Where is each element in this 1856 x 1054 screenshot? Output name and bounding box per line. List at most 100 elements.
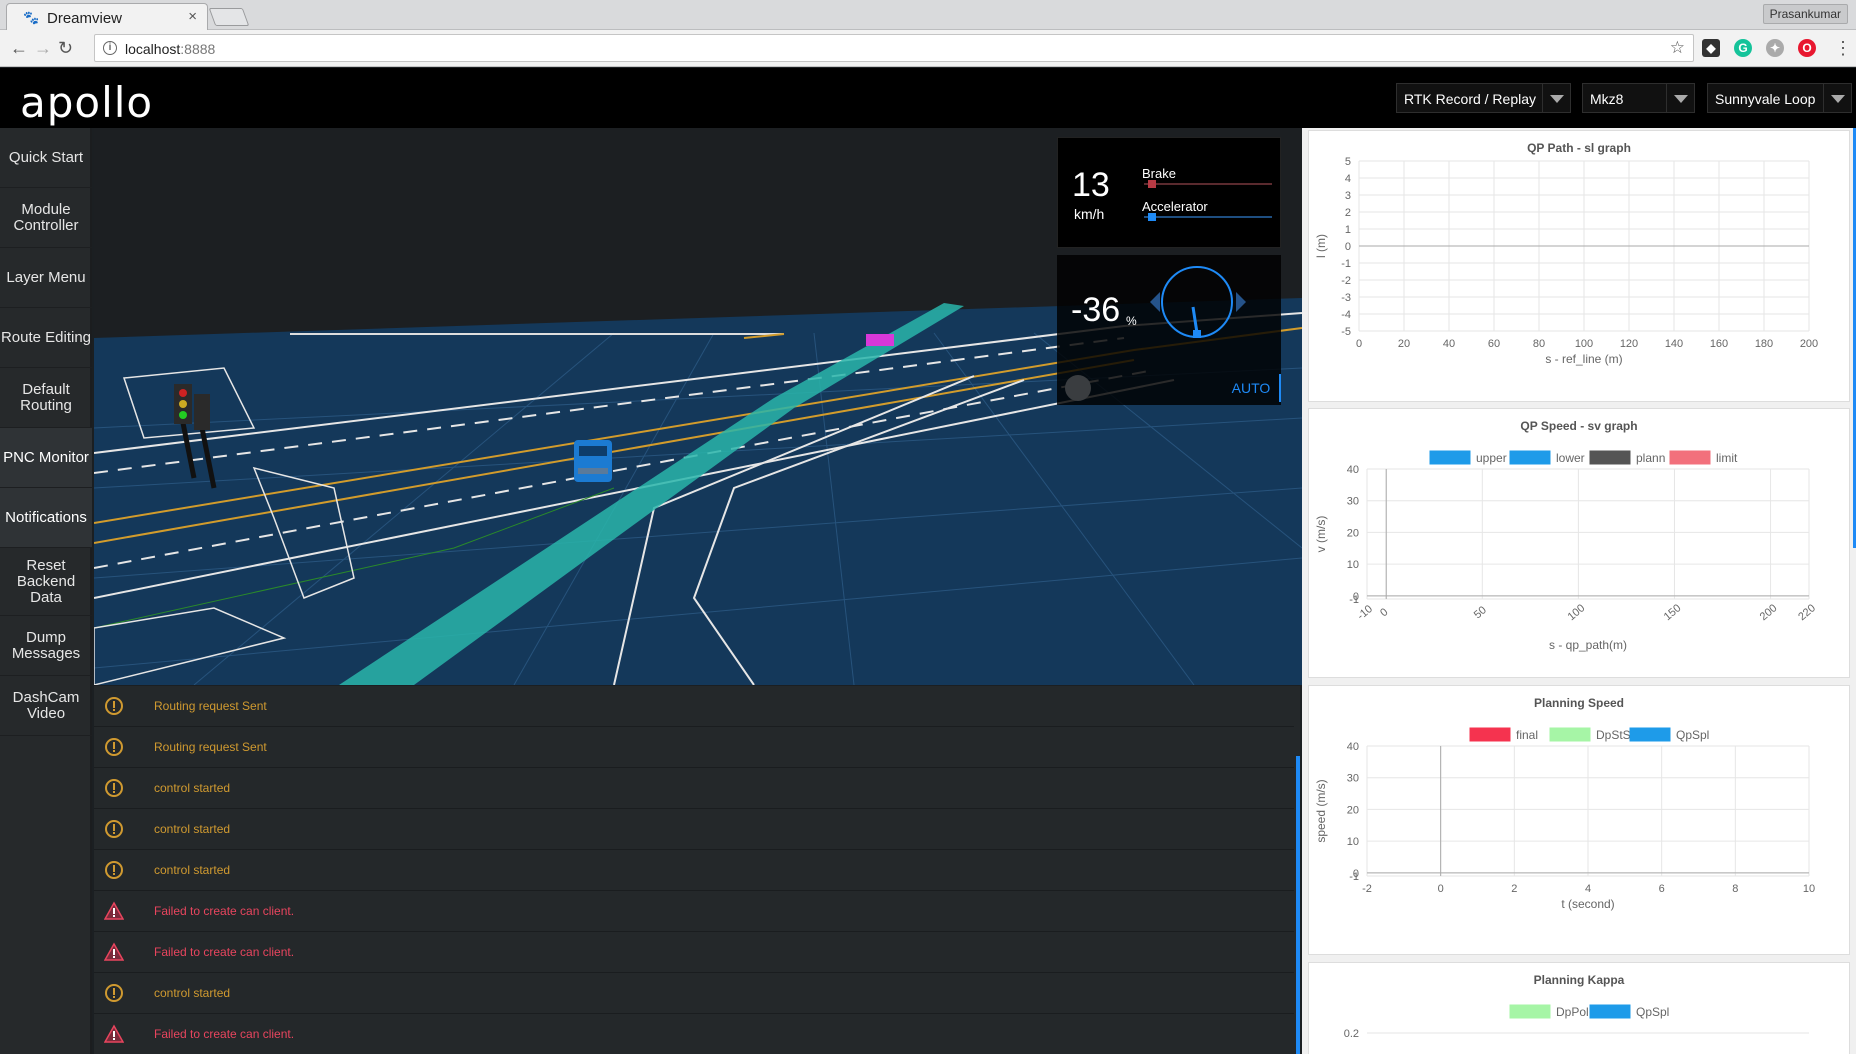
legend-swatch [1589, 450, 1631, 465]
sidebar-item-notifications[interactable]: Notifications [0, 488, 92, 548]
console-message-text: Failed to create can client. [154, 945, 295, 959]
warning-circle-icon [104, 860, 124, 880]
legend-swatch [1509, 450, 1551, 465]
vehicle-select-value: Mkz8 [1590, 91, 1624, 107]
chart-qp-path: QP Path - sl graph 5 4 3 2 1 0 -1 -2 -3 -4 -5 0 20 40… [1308, 130, 1850, 402]
legend-label: upper [1476, 451, 1507, 465]
extension-shield-icon[interactable]: ◆ [1702, 39, 1720, 57]
console-message: control started [94, 973, 1294, 1014]
speed-panel: 13 km/h Brake Accelerator [1057, 137, 1281, 248]
pnc-monitor-panel[interactable]: QP Path - sl graph 5 4 3 2 1 0 -1 -2 -3 -4 -5 0 20 40… [1302, 128, 1856, 1054]
dropbox-icon[interactable]: ✦ [1766, 39, 1784, 57]
reload-icon[interactable]: ↻ [58, 38, 73, 59]
sidebar-item-module-controller[interactable]: Module Controller [0, 188, 92, 248]
legend-swatch [1629, 727, 1671, 742]
chevron-down-icon[interactable] [1823, 84, 1851, 112]
error-triangle-icon [103, 942, 125, 962]
x-tick-label: 220 [1796, 602, 1818, 623]
warning-circle-icon [104, 737, 124, 757]
map-select[interactable]: Sunnyvale Loop [1707, 83, 1852, 113]
warning-circle-icon [104, 819, 124, 839]
sidebar-item-label: Dump Messages [11, 628, 81, 662]
chart-svg: DpPol QpSpl 0.2 [1344, 1004, 1809, 1040]
y-axis-label: speed (m/s) [1314, 779, 1328, 842]
x-tick-label: 4 [1585, 883, 1591, 895]
new-tab-button[interactable] [208, 8, 250, 26]
y-tick-label: 40 [1347, 741, 1359, 753]
sidebar-item-dump-messages[interactable]: Dump Messages [0, 616, 92, 676]
y-tick-label: 10 [1347, 836, 1359, 848]
sidebar-item-label: Reset Backend Data [16, 556, 76, 606]
chevron-down-icon[interactable] [1666, 84, 1694, 112]
x-tick-label: 200 [1758, 602, 1780, 623]
sidebar-item-layer-menu[interactable]: Layer Menu [0, 248, 92, 308]
vehicle-select[interactable]: Mkz8 [1582, 83, 1695, 113]
y-tick-label: -1 [1349, 594, 1359, 606]
profile-button[interactable]: Prasankumar [1762, 4, 1848, 24]
browser-tab[interactable]: 🐾 Dreamview × [6, 3, 208, 30]
forward-arrow-icon[interactable]: → [34, 38, 52, 59]
legend-label: final [1516, 728, 1538, 742]
menu-kebab-icon[interactable]: ⋮ [1834, 38, 1852, 59]
console-message-text: control started [154, 986, 231, 1000]
sidebar-item-dashcam-video[interactable]: DashCam Video [0, 676, 92, 736]
grammarly-icon[interactable]: G [1734, 39, 1752, 57]
legend-swatch [1549, 727, 1591, 742]
driving-mode-button[interactable]: AUTO [1223, 374, 1281, 402]
x-tick-label: 8 [1732, 883, 1738, 895]
chevron-down-icon[interactable] [1542, 84, 1570, 112]
console-message: Failed to create can client. [94, 1014, 1294, 1054]
opera-icon[interactable]: O [1798, 39, 1816, 57]
accelerator-label: Accelerator [1142, 199, 1208, 214]
sidebar-item-default-routing[interactable]: Default Routing [0, 368, 92, 428]
x-axis-label: t (second) [1561, 897, 1614, 911]
sidebar-item-reset-backend-data[interactable]: Reset Backend Data [0, 548, 92, 616]
x-tick-label: 50 [1472, 604, 1489, 621]
close-icon[interactable]: × [188, 8, 197, 25]
sidebar-item-route-editing[interactable]: Route Editing [0, 308, 92, 368]
sidebar-item-quick-start[interactable]: Quick Start [0, 128, 92, 188]
address-bar[interactable]: i localhost:8888 ☆ [94, 34, 1694, 62]
legend-swatch [1469, 727, 1511, 742]
console-message: control started [94, 768, 1294, 809]
error-triangle-icon [103, 1024, 125, 1044]
y-tick-label: -4 [1341, 309, 1351, 321]
x-axis-label: s - ref_line (m) [1545, 352, 1622, 366]
console-scrollbar[interactable] [1296, 756, 1300, 1054]
x-tick-label: 200 [1800, 338, 1818, 350]
warning-circle-icon [104, 983, 124, 1003]
sidebar-item-pnc-monitor[interactable]: PNC Monitor [0, 428, 92, 488]
back-arrow-icon[interactable]: ← [10, 38, 28, 59]
legend-swatch [1509, 1004, 1551, 1019]
y-tick-label: 4 [1345, 173, 1351, 185]
x-tick-label: 100 [1575, 338, 1593, 350]
x-tick-label: 150 [1662, 602, 1684, 623]
info-icon[interactable]: i [103, 41, 117, 55]
x-tick-label: 100 [1566, 602, 1588, 623]
mode-select-value: RTK Record / Replay [1404, 91, 1537, 107]
url-text[interactable]: localhost:8888 [125, 41, 215, 57]
url-port: :8888 [180, 41, 216, 57]
tab-title: Dreamview [47, 10, 123, 27]
bookmark-star-icon[interactable]: ☆ [1670, 38, 1685, 58]
x-tick-label: 10 [1803, 883, 1815, 895]
y-tick-label: 30 [1347, 773, 1359, 785]
y-tick-label: 30 [1347, 496, 1359, 508]
warning-circle-icon [104, 778, 124, 798]
mode-toggle[interactable] [1065, 375, 1091, 401]
console-message-text: control started [154, 863, 231, 877]
x-tick-label: 180 [1755, 338, 1773, 350]
x-tick-label: 160 [1710, 338, 1728, 350]
legend-swatch [1589, 1004, 1631, 1019]
steering-panel: -36 % AUTO [1057, 255, 1281, 405]
console-message-text: Failed to create can client. [154, 904, 295, 918]
x-tick-label: 120 [1620, 338, 1638, 350]
y-tick-label: 20 [1347, 804, 1359, 816]
console-panel[interactable]: Routing request Sent Routing request Sent… [94, 686, 1300, 1054]
console-message-text: control started [154, 822, 231, 836]
y-tick-label: -1 [1349, 871, 1359, 883]
turn-right-icon [1236, 292, 1246, 312]
sidebar-item-label: DashCam Video [12, 688, 80, 722]
brake-indicator [1147, 180, 1156, 188]
mode-select[interactable]: RTK Record / Replay [1396, 83, 1571, 113]
